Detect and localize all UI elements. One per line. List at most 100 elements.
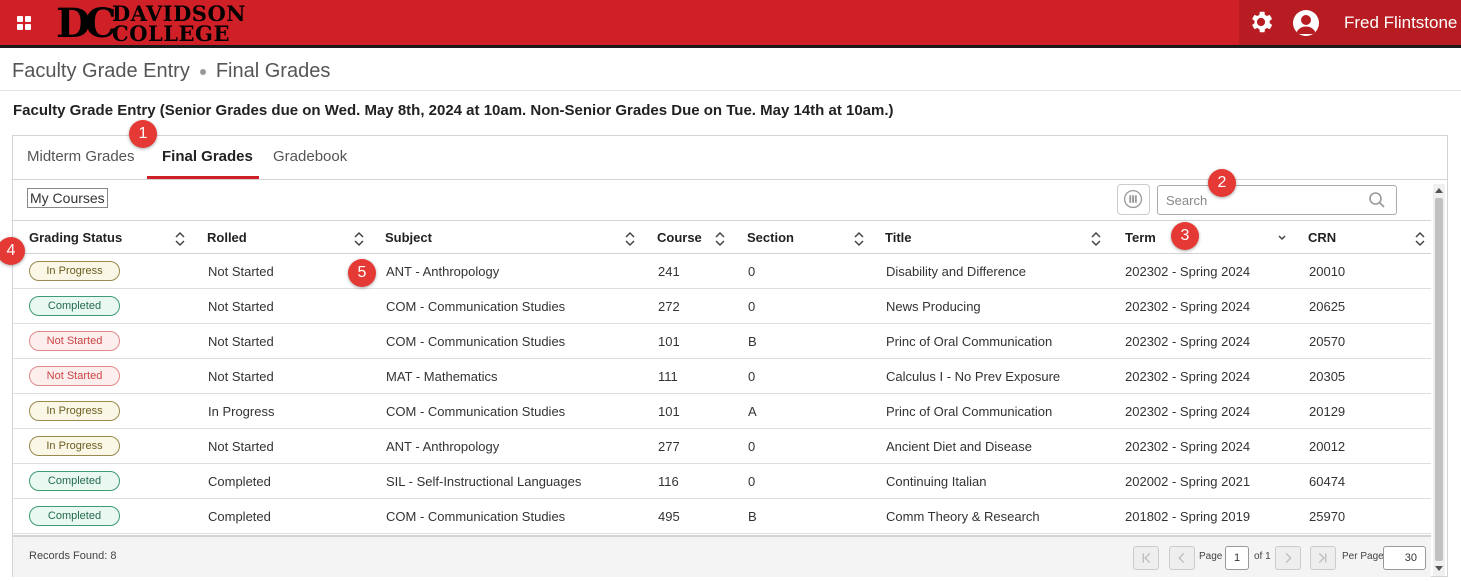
table-row[interactable]: Completed Not Started COM - Communication … [13, 289, 1431, 324]
search-input[interactable] [1157, 185, 1397, 215]
column-chooser-button[interactable] [1117, 184, 1150, 215]
cell-crn: 20010 [1309, 264, 1346, 279]
cell-crn: 25970 [1309, 509, 1346, 524]
cell-subject: ANT - Anthropology [386, 264, 500, 279]
column-header-rolled[interactable]: Rolled [207, 230, 247, 245]
cell-crn: 20625 [1309, 299, 1346, 314]
cell-title: Comm Theory & Research [886, 509, 1040, 524]
cell-crn: 20570 [1309, 334, 1346, 349]
cell-title: Princ of Oral Communication [886, 334, 1053, 349]
scrollbar-thumb[interactable] [1435, 198, 1443, 561]
cell-rolled: Completed [208, 509, 271, 524]
cell-rolled: Not Started [208, 439, 274, 454]
annotation-marker-2: 2 [1208, 169, 1236, 197]
my-courses-button[interactable]: My Courses [27, 188, 108, 208]
sort-icon[interactable] [625, 231, 635, 247]
first-page-button[interactable] [1133, 546, 1159, 570]
cell-subject: SIL - Self-Instructional Languages [386, 474, 582, 489]
table-row[interactable]: Not Started Not Started MAT - Mathematics 1… [13, 359, 1431, 394]
last-page-icon [1318, 552, 1327, 564]
status-badge: Not Started [29, 366, 120, 386]
table-scrollbar[interactable] [1433, 184, 1445, 576]
gear-icon[interactable] [1247, 8, 1275, 36]
sort-icon[interactable] [854, 231, 864, 247]
sort-icon[interactable] [175, 231, 185, 247]
sort-icon[interactable] [1091, 231, 1101, 247]
cell-term: 202302 - Spring 2024 [1125, 299, 1251, 314]
status-badge: Completed [29, 506, 120, 526]
grades-panel: Midterm Grades Final Grades Gradebook My… [12, 135, 1448, 577]
table-row[interactable]: Not Started Not Started COM - Communicatio… [13, 324, 1431, 359]
breadcrumb-item-final-grades: Final Grades [215, 60, 331, 82]
columns-icon [1123, 189, 1143, 209]
tab-gradebook[interactable]: Gradebook [273, 148, 347, 165]
table-row[interactable]: Completed Completed SIL - Self-Instruction… [13, 464, 1431, 499]
column-header-section[interactable]: Section [747, 230, 794, 245]
page-number-input[interactable]: 1 [1225, 546, 1249, 570]
per-page-select[interactable]: 30 [1383, 546, 1426, 570]
breadcrumb-separator [199, 68, 206, 75]
sort-descending-icon[interactable] [1277, 231, 1287, 247]
cell-course: 495 [658, 509, 680, 524]
last-page-button[interactable] [1310, 546, 1336, 570]
cell-course: 111 [658, 369, 678, 384]
cell-subject: COM - Communication Studies [386, 334, 566, 349]
annotation-marker-5: 5 [348, 259, 376, 287]
cell-course: 101 [658, 334, 680, 349]
cell-crn: 60474 [1309, 474, 1346, 489]
breadcrumb-item-faculty-grade-entry[interactable]: Faculty Grade Entry [12, 60, 190, 83]
cell-section: 0 [748, 474, 756, 489]
scroll-down-icon[interactable] [1435, 566, 1443, 571]
status-badge: In Progress [29, 401, 120, 421]
first-page-icon [1142, 552, 1151, 564]
cell-term: 202302 - Spring 2024 [1125, 439, 1251, 454]
next-page-button[interactable] [1275, 546, 1301, 570]
cell-term: 202302 - Spring 2024 [1125, 334, 1251, 349]
cell-course: 101 [658, 404, 680, 419]
cell-crn: 20305 [1309, 369, 1346, 384]
tab-final-grades[interactable]: Final Grades [162, 148, 253, 165]
sort-icon[interactable] [1415, 231, 1425, 247]
cell-section: 0 [748, 369, 756, 384]
cell-section: A [748, 404, 757, 419]
scroll-up-icon[interactable] [1435, 188, 1443, 193]
cell-subject: COM - Communication Studies [386, 509, 566, 524]
annotation-marker-3: 3 [1171, 222, 1199, 250]
cell-subject: MAT - Mathematics [386, 369, 498, 384]
column-header-term[interactable]: Term [1125, 230, 1156, 245]
user-area: Fred Flintstone [1239, 0, 1461, 45]
davidson-logo[interactable]: DC DAVIDSON COLLEGE [56, 2, 246, 46]
column-header-title[interactable]: Title [885, 230, 912, 245]
cell-course: 277 [658, 439, 680, 454]
records-found: Records Found: 8 [29, 550, 117, 562]
column-header-subject[interactable]: Subject [385, 230, 432, 245]
cell-title: Calculus I - No Prev Exposure [886, 369, 1061, 384]
table-row[interactable]: In Progress In Progress COM - Communicatio… [13, 394, 1431, 429]
column-header-crn[interactable]: CRN [1308, 230, 1336, 245]
tab-midterm-grades[interactable]: Midterm Grades [27, 148, 135, 165]
previous-page-button[interactable] [1169, 546, 1195, 570]
app-grid-icon[interactable] [17, 16, 31, 30]
user-name[interactable]: Fred Flintstone [1344, 13, 1457, 33]
cell-course: 116 [658, 474, 679, 489]
page-label: Page [1199, 551, 1223, 562]
table-body: In Progress Not Started ANT - Anthropology… [13, 254, 1431, 534]
cell-title: Ancient Diet and Disease [886, 439, 1032, 454]
status-badge: Completed [29, 471, 120, 491]
cell-rolled: Not Started [208, 264, 274, 279]
table-row[interactable]: In Progress Not Started ANT - Anthropology… [13, 254, 1431, 289]
cell-title: Princ of Oral Communication [886, 404, 1053, 419]
annotation-marker-1: 1 [129, 120, 157, 148]
cell-term: 202002 - Spring 2021 [1125, 474, 1251, 489]
table-row[interactable]: In Progress Not Started ANT - Anthropology… [13, 429, 1431, 464]
cell-rolled: Completed [208, 474, 271, 489]
column-header-grading-status[interactable]: Grading Status [29, 230, 122, 245]
column-header-course[interactable]: Course [657, 230, 702, 245]
sort-icon[interactable] [354, 231, 364, 247]
status-badge: In Progress [29, 261, 120, 281]
avatar[interactable] [1293, 10, 1319, 36]
cell-subject: COM - Communication Studies [386, 299, 566, 314]
top-bar: DC DAVIDSON COLLEGE Fred Flintstone [0, 0, 1461, 48]
sort-icon[interactable] [715, 231, 725, 247]
table-row[interactable]: Completed Completed COM - Communication St… [13, 499, 1431, 534]
